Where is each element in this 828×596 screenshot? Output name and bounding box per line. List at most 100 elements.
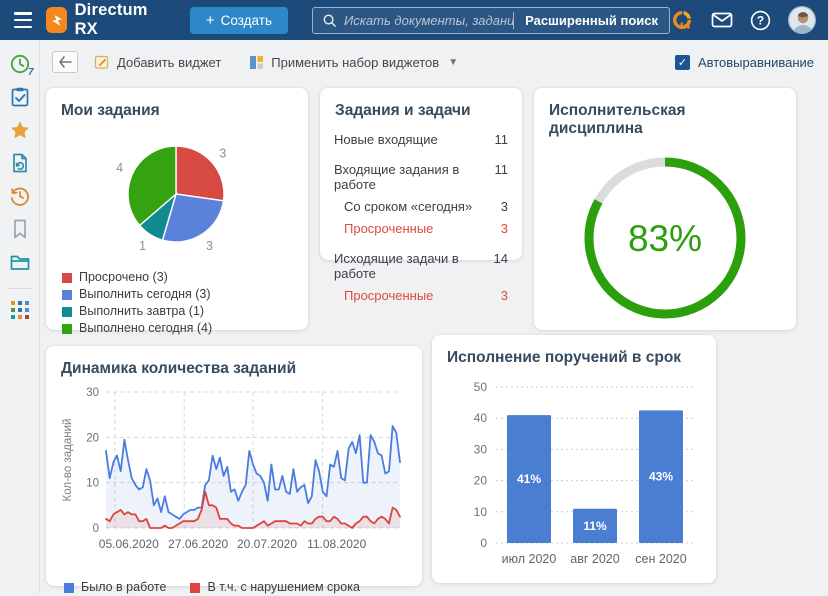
dashboard: Добавить виджет Применить набор виджетов… (40, 40, 828, 594)
pie-slice[interactable] (176, 146, 224, 201)
widget-title: Задания и задачи (335, 102, 508, 120)
auto-align-toggle[interactable]: ✓ Автовыравнивание (675, 55, 814, 70)
legend-swatch (62, 307, 72, 317)
create-button[interactable]: + Создать (190, 7, 288, 34)
star-icon (9, 119, 31, 141)
legend-swatch (190, 583, 200, 593)
tasks-summary-row[interactable]: Со сроком «сегодня»3 (334, 199, 508, 214)
advanced-search-button[interactable]: Расширенный поиск (514, 13, 669, 28)
bar-value-label: 41% (517, 472, 541, 486)
row-value: 3 (501, 221, 508, 236)
auto-align-label: Автовыравнивание (698, 55, 814, 70)
widget-tasks-summary[interactable]: Задания и задачи Новые входящие11Входящи… (320, 88, 522, 260)
directum-logo-icon[interactable] (46, 7, 67, 33)
apply-widget-set-button[interactable]: Применить набор виджетов ▼ (249, 55, 458, 70)
modules-grid-icon (10, 300, 30, 320)
support-stats-icon[interactable] (670, 8, 694, 32)
y-axis-label: Кол-во заданий (62, 419, 74, 502)
sidebar-item-recent[interactable] (0, 185, 40, 207)
legend-item: Выполнить сегодня (3) (62, 286, 294, 303)
legend-swatch (62, 290, 72, 300)
pie-value-label: 4 (116, 161, 123, 175)
plus-icon: + (206, 13, 215, 28)
row-label: Входящие задания в работе (334, 162, 495, 192)
y-tick-label: 10 (474, 505, 488, 519)
auto-align-checkbox[interactable]: ✓ (675, 55, 690, 70)
row-label: Просроченные (344, 288, 433, 303)
sidebar-item-assignments[interactable]: 7 (0, 53, 40, 75)
sidebar-divider (8, 288, 32, 289)
widget-orders[interactable]: Исполнение поручений в срок 010203040504… (432, 335, 716, 583)
tasks-summary-row[interactable]: Просроченные 3 (334, 221, 508, 236)
folder-icon (9, 252, 31, 272)
user-avatar[interactable] (788, 6, 816, 34)
y-tick-label: 20 (474, 474, 488, 488)
sidebar-item-modules[interactable] (0, 299, 40, 321)
dashboard-toolbar: Добавить виджет Применить набор виджетов… (40, 40, 828, 84)
directum-rx-app: Directum RX + Создать Расширенный поиск (0, 0, 828, 594)
legend-label: Выполнено сегодня (4) (79, 320, 212, 337)
dynamics-line-chart: 010203005.06.202027.06.202020.07.202011.… (60, 378, 408, 579)
row-label: Новые входящие (334, 132, 438, 147)
sidebar-item-tasks[interactable] (0, 86, 40, 108)
x-tick-label: 05.06.2020 (99, 537, 159, 551)
menu-icon[interactable] (14, 12, 32, 28)
x-tick-label: сен 2020 (635, 552, 686, 566)
topbar: Directum RX + Создать Расширенный поиск (0, 0, 828, 40)
tasks-summary-row[interactable]: Просроченные3 (334, 288, 508, 303)
orders-bar-chart: 0102030405041%июл 202011%авг 202043%сен … (446, 367, 702, 584)
app-title: Directum RX (75, 1, 156, 39)
y-tick-label: 30 (86, 387, 99, 399)
history-icon (9, 185, 31, 207)
legend-label: В т.ч. с нарушением срока (207, 579, 359, 596)
tasks-summary-row[interactable]: Входящие задания в работе11 (334, 162, 508, 192)
discipline-percent: 83% (628, 218, 702, 259)
search-input[interactable] (344, 13, 513, 28)
row-label: Просроченные (344, 221, 433, 236)
legend-item: В т.ч. с нарушением срока (190, 579, 359, 596)
sidebar-item-documents[interactable] (0, 152, 40, 174)
search-bar: Расширенный поиск (312, 7, 670, 34)
bar-value-label: 11% (583, 519, 607, 533)
widget-title: Динамика количества заданий (61, 360, 408, 378)
tasks-summary-rows: Новые входящие11Входящие задания в работ… (334, 132, 508, 303)
row-value: 11 (495, 162, 509, 192)
sidebar-item-favorites[interactable] (0, 119, 40, 141)
topbar-actions: ? (670, 6, 818, 34)
legend-item: Выполнить завтра (1) (62, 303, 294, 320)
tasks-summary-row[interactable]: Новые входящие 11 (334, 132, 508, 147)
x-tick-label: 11.08.2020 (307, 537, 366, 551)
my-tasks-pie-chart: 3314 (60, 120, 294, 267)
sidebar-item-bookmarks[interactable] (0, 218, 40, 240)
widget-my-tasks[interactable]: Мои задания 3314 Просрочено (3)Выполнить… (46, 88, 308, 330)
widget-discipline[interactable]: Исполнительская дисциплина 83% (534, 88, 796, 330)
y-tick-label: 20 (86, 432, 99, 444)
widget-dynamics[interactable]: Динамика количества заданий 010203005.06… (46, 346, 422, 586)
pie-value-label: 1 (139, 239, 146, 253)
y-tick-label: 30 (474, 442, 488, 456)
legend-label: Было в работе (81, 579, 166, 596)
back-button[interactable] (52, 51, 78, 73)
x-tick-label: авг 2020 (570, 552, 619, 566)
sidebar-item-folders[interactable] (0, 251, 40, 273)
discipline-ring-chart: 83% (548, 138, 782, 347)
row-value: 11 (495, 132, 509, 147)
y-tick-label: 0 (93, 523, 99, 535)
row-label: Исходящие задачи в работе (334, 251, 494, 281)
help-icon[interactable]: ? (750, 10, 771, 31)
dynamics-legend: Было в работе В т.ч. с нарушением срока (64, 579, 408, 596)
legend-item: Выполнено сегодня (4) (62, 320, 294, 337)
clipboard-check-icon (10, 86, 30, 108)
widget-title: Исполнение поручений в срок (447, 349, 702, 367)
widget-title: Мои задания (61, 102, 294, 120)
bookmark-icon (11, 218, 29, 240)
add-widget-icon (94, 54, 110, 70)
legend-swatch (64, 583, 74, 593)
tasks-summary-row[interactable]: Исходящие задачи в работе14 (334, 251, 508, 281)
y-tick-label: 40 (474, 411, 488, 425)
x-tick-label: 27.06.2020 (168, 537, 228, 551)
mail-icon[interactable] (711, 11, 733, 29)
assignments-count-badge: 7 (28, 67, 34, 78)
chevron-down-icon: ▼ (448, 57, 458, 68)
add-widget-button[interactable]: Добавить виджет (94, 54, 221, 70)
